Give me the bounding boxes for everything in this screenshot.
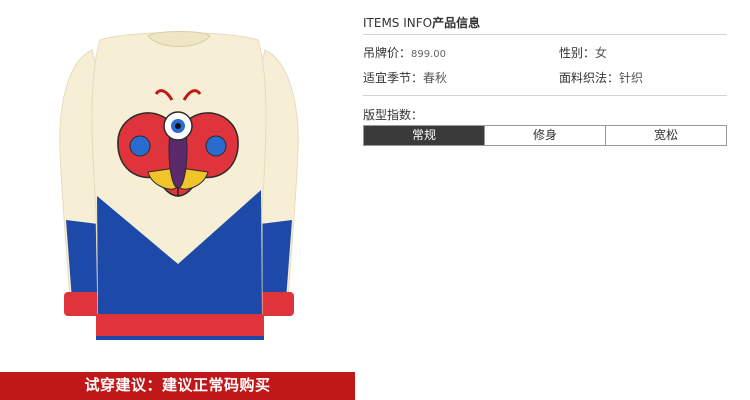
fit-index-label: 版型指数： bbox=[363, 108, 424, 122]
fabric-field: 面料织法：针织 bbox=[559, 69, 643, 86]
season-field: 适宜季节：春秋 bbox=[363, 69, 447, 86]
fit-option-regular[interactable]: 常规 bbox=[364, 126, 484, 145]
price-value: 899.00 bbox=[411, 49, 447, 60]
fit-index-table: 常规 修身 宽松 bbox=[363, 125, 727, 146]
fit-option-slim[interactable]: 修身 bbox=[484, 126, 605, 145]
gender-field: 性别：女 bbox=[559, 44, 607, 61]
divider bbox=[363, 34, 727, 35]
gender-label: 性别： bbox=[559, 46, 596, 60]
sweatshirt-illustration: adidas bbox=[59, 31, 299, 340]
size-tip-banner: 试穿建议：建议正常码购买 bbox=[0, 372, 355, 400]
section-title: ITEMS INFO产品信息 bbox=[363, 14, 480, 31]
section-title-zh: 产品信息 bbox=[432, 16, 481, 30]
price-field: 吊牌价：899.00 bbox=[363, 44, 446, 61]
season-label: 适宜季节： bbox=[363, 71, 424, 85]
product-image-panel: adidas 试穿建议：建议正常码购买 bbox=[0, 0, 355, 400]
product-photo: adidas bbox=[0, 0, 355, 372]
price-label: 吊牌价： bbox=[363, 46, 412, 60]
divider bbox=[363, 95, 727, 96]
fabric-value: 针织 bbox=[619, 71, 644, 85]
fabric-label: 面料织法： bbox=[559, 71, 620, 85]
section-title-en: ITEMS INFO bbox=[363, 16, 433, 30]
gender-value: 女 bbox=[595, 46, 608, 60]
logo-text: adidas bbox=[168, 247, 189, 254]
product-info-panel: ITEMS INFO产品信息 吊牌价：899.00 性别：女 适宜季节：春秋 面… bbox=[363, 0, 750, 400]
season-value: 春秋 bbox=[423, 71, 448, 85]
fit-option-loose[interactable]: 宽松 bbox=[605, 126, 726, 145]
